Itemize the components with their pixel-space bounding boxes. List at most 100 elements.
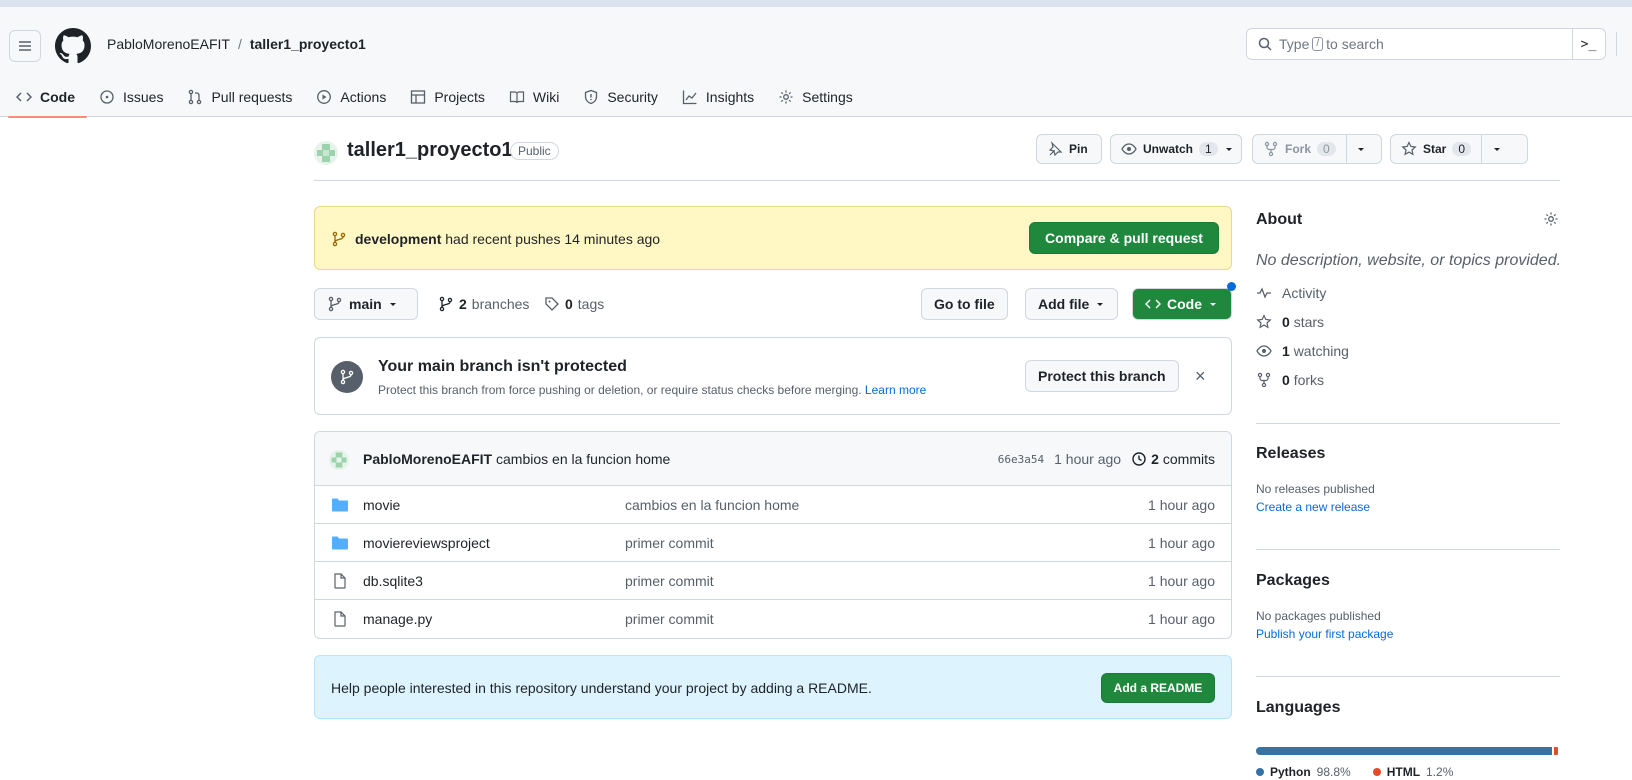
language-bar [1256,747,1560,755]
file-name-link[interactable]: manage.py [363,611,432,627]
star-icon [1256,314,1272,329]
chevron-down-icon [1225,148,1232,151]
search-shortcut-key: / [1312,37,1324,51]
file-commit-message-link[interactable]: primer commit [625,535,714,551]
language-legend: Python 98.8% HTML 1.2% [1256,765,1453,779]
tab-pull-requests[interactable]: Pull requests [175,79,304,115]
readme-prompt-text: Help people interested in this repositor… [331,680,872,696]
code-label: Code [1167,296,1202,312]
eye-icon [1256,345,1272,357]
watching-link[interactable]: 1 watching [1256,343,1349,359]
file-name-link[interactable]: moviereviewsproject [363,535,490,551]
recent-push-text: development had recent pushes 14 minutes… [331,231,660,247]
forks-link[interactable]: 0 forks [1256,372,1324,388]
create-release-link[interactable]: Create a new release [1256,500,1370,514]
graph-icon [682,90,697,105]
tab-projects[interactable]: Projects [398,79,497,115]
watching-label: watching [1293,343,1349,359]
pull-request-icon [189,89,202,105]
pin-button[interactable]: Pin [1036,134,1102,164]
repo-name[interactable]: taller1_proyecto1 [347,139,513,162]
tags-count: 0 [565,296,573,312]
close-icon[interactable]: × [1195,366,1206,387]
commits-count: 2 [1151,451,1159,467]
language-name: Python [1270,765,1311,779]
releases-heading[interactable]: Releases [1256,445,1325,463]
fork-dropdown[interactable] [1345,135,1376,163]
command-palette-button[interactable]: >_ [1572,28,1604,60]
commit-author-link[interactable]: PabloMorenoEAFIT [363,451,492,467]
unwatch-button[interactable]: Unwatch 1 [1110,134,1242,164]
star-dropdown[interactable] [1481,135,1511,163]
tab-wiki[interactable]: Wiki [497,79,571,115]
push-time-text: had recent pushes 14 minutes ago [445,231,661,247]
github-logo-icon[interactable] [55,28,91,64]
commit-summary: PabloMorenoEAFIT cambios en la funcion h… [363,451,670,467]
language-percent: 1.2% [1426,765,1454,779]
file-name-link[interactable]: db.sqlite3 [363,573,423,589]
terminal-icon: >_ [1580,36,1597,52]
commit-sha-link[interactable]: 66e3a54 [998,453,1044,466]
commit-message-link[interactable]: cambios en la funcion home [496,451,670,467]
file-commit-message-link[interactable]: primer commit [625,573,714,589]
author-avatar[interactable] [329,450,349,470]
language-segment-python[interactable] [1256,747,1553,755]
protection-subtitle-text: Protect this branch from force pushing o… [378,383,862,397]
compare-pull-request-button[interactable]: Compare & pull request [1029,222,1219,254]
forks-count: 0 [1282,372,1290,388]
repo-owner-avatar[interactable] [314,141,338,165]
add-file-button[interactable]: Add file [1025,288,1119,320]
commits-history-link[interactable]: 2 commits [1131,451,1215,467]
stars-link[interactable]: 0 stars [1256,314,1324,330]
language-item-html[interactable]: HTML 1.2% [1372,765,1454,779]
search-prefix: Type [1279,36,1310,52]
tab-label: Code [40,89,75,105]
search-input[interactable]: Type / to search [1246,28,1606,60]
star-label: Star [1423,142,1447,156]
gear-icon[interactable] [1543,211,1559,227]
file-commit-message-link[interactable]: cambios en la funcion home [625,497,799,513]
pushed-branch-name[interactable]: development [355,231,441,247]
protection-title: Your main branch isn't protected [378,358,627,375]
tab-security[interactable]: Security [571,79,670,115]
tab-issues[interactable]: Issues [87,79,175,115]
language-segment-html[interactable] [1554,747,1558,755]
tab-label: Insights [705,89,755,105]
file-commit-time: 1 hour ago [1148,497,1215,513]
file-icon [334,573,346,589]
star-button[interactable]: Star 0 [1390,134,1528,164]
file-name-link[interactable]: movie [363,497,400,513]
activity-link[interactable]: Activity [1256,285,1326,301]
protect-branch-button[interactable]: Protect this branch [1025,360,1179,392]
language-color-dot [1372,768,1381,776]
branch-select-button[interactable]: main [314,288,418,320]
chevron-down-icon [1097,303,1104,306]
menu-button[interactable] [9,30,41,62]
breadcrumb-repo-link[interactable]: taller1_proyecto1 [250,36,366,52]
repo-tabs: Code Issues Pull requests Actions Projects Wi… [0,79,865,118]
tab-actions[interactable]: Actions [304,79,398,115]
tags-link[interactable]: 0 tags [544,296,604,312]
sidebar-divider [1256,549,1560,550]
pin-icon [1048,141,1063,157]
code-button[interactable]: Code [1132,288,1232,320]
learn-more-link[interactable]: Learn more [865,383,926,397]
packages-heading[interactable]: Packages [1256,572,1330,590]
breadcrumb-owner-link[interactable]: PabloMorenoEAFIT [107,36,230,52]
file-commit-message-link[interactable]: primer commit [625,611,714,627]
go-to-file-button[interactable]: Go to file [921,288,1008,320]
tab-insights[interactable]: Insights [670,79,766,115]
sidebar-divider [1256,423,1560,424]
stars-label: stars [1293,314,1325,330]
add-readme-button[interactable]: Add a README [1101,673,1215,703]
publish-package-link[interactable]: Publish your first package [1256,627,1393,641]
tab-settings[interactable]: Settings [766,79,865,115]
tab-code[interactable]: Code [0,79,87,118]
recent-push-banner: development had recent pushes 14 minutes… [314,206,1232,270]
chevron-down-icon [1210,303,1216,306]
language-item-python[interactable]: Python 98.8% [1256,765,1351,779]
fork-count: 0 [1317,142,1336,156]
breadcrumb-separator: / [237,36,242,52]
fork-button[interactable]: Fork 0 [1252,134,1382,164]
branches-link[interactable]: 2 branches [438,296,529,312]
